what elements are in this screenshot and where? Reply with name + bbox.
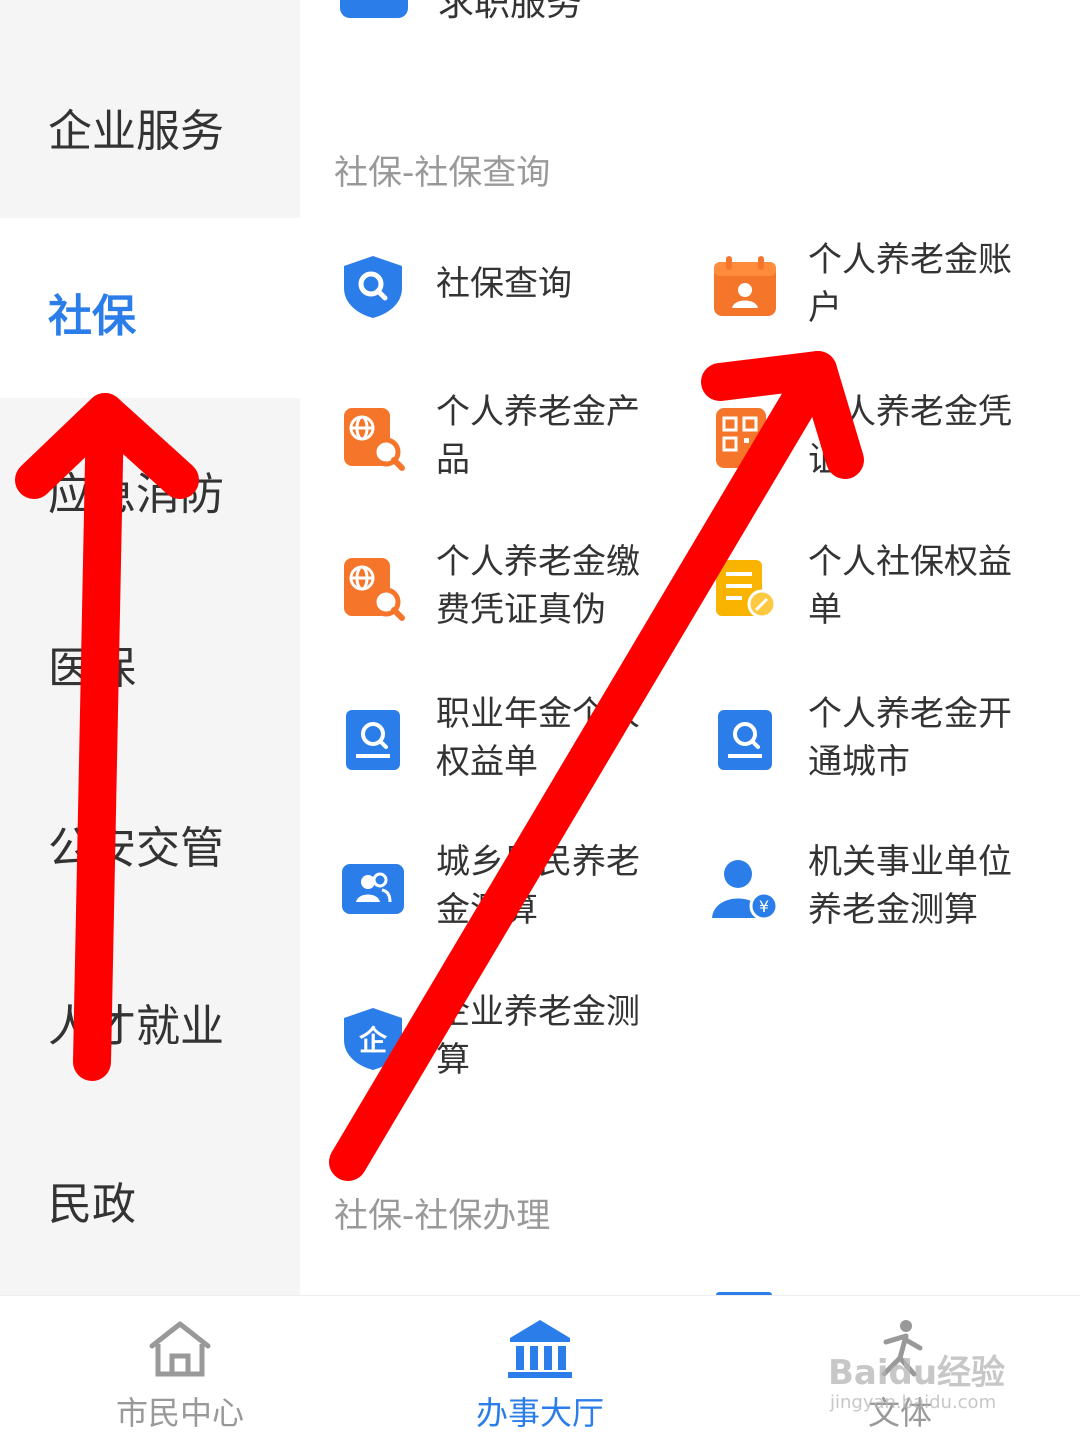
users-card-icon — [342, 864, 404, 914]
partial-service-label[interactable]: 求职服务 — [438, 0, 582, 26]
service-label: 个人养老金产品 — [436, 392, 640, 480]
service-label: 个人养老金凭证 — [808, 392, 1012, 480]
service-rural-pension-calc[interactable]: 城乡居民养老金测算 — [340, 838, 680, 938]
service-enterprise-pension-calc[interactable]: 企 企业养老金测算 — [340, 988, 680, 1088]
service-pension-voucher[interactable]: 个人养老金凭证 — [712, 388, 1052, 488]
section-title-query: 社保-社保查询 — [334, 153, 551, 193]
calendar-person-icon — [714, 256, 776, 316]
sidebar-item-social-security[interactable]: 社保 — [0, 218, 300, 398]
receipt-search-icon — [718, 710, 772, 770]
service-pension-cities[interactable]: 个人养老金开通城市 — [712, 690, 1052, 790]
sidebar-item-label: 企业服务 — [48, 106, 224, 157]
service-social-security-query[interactable]: 社保查询 — [340, 236, 680, 336]
globe-search-icon — [344, 408, 405, 471]
category-sidebar: 企业服务 社保 应急消防 医保 公安交管 人才就业 民政 — [0, 0, 300, 1295]
globe-search-icon — [344, 558, 405, 621]
sidebar-item-police-traffic[interactable]: 公安交管 — [0, 812, 300, 882]
sidebar-item-label: 民政 — [48, 1179, 136, 1230]
shield-search-icon — [344, 256, 402, 318]
svg-text:¥: ¥ — [759, 897, 769, 916]
svg-text:企: 企 — [359, 1024, 388, 1057]
service-label: 个人养老金缴费凭证真伪 — [436, 542, 640, 630]
qr-code-icon — [716, 408, 766, 468]
service-label: 城乡居民养老金测算 — [436, 842, 640, 930]
partial-service-icon[interactable] — [340, 0, 408, 18]
sidebar-item-label: 应急消防 — [48, 469, 224, 520]
service-label: 个人养老金账户 — [808, 240, 1012, 328]
nav-label: 市民中心 — [115, 1394, 244, 1432]
service-pension-products[interactable]: 个人养老金产品 — [340, 388, 680, 488]
sidebar-item-enterprise[interactable]: 企业服务 — [0, 95, 300, 165]
service-occupational-annuity[interactable]: 职业年金个人权益单 — [340, 690, 680, 790]
watermark-url: jingyan.baidu.com — [830, 1392, 997, 1413]
service-label: 个人养老金开通城市 — [808, 694, 1012, 782]
service-label: 企业养老金测算 — [436, 992, 640, 1080]
sidebar-item-medical-insurance[interactable]: 医保 — [0, 632, 300, 702]
sidebar-item-label: 公安交管 — [48, 823, 224, 874]
person-yuan-icon: ¥ — [712, 860, 778, 921]
home-icon — [149, 1321, 211, 1377]
section-title-handling: 社保-社保办理 — [334, 1196, 551, 1236]
sidebar-item-civil-affairs[interactable]: 民政 — [0, 1168, 300, 1238]
service-label: 社保查询 — [436, 264, 572, 304]
service-pension-account[interactable]: 个人养老金账户 — [712, 236, 1052, 336]
service-label: 职业年金个人权益单 — [436, 694, 640, 782]
shield-enterprise-icon: 企 — [344, 1008, 402, 1070]
bank-icon — [508, 1320, 572, 1378]
service-pension-payment-verify[interactable]: 个人养老金缴费凭证真伪 — [340, 538, 680, 638]
sidebar-item-label: 医保 — [48, 643, 136, 694]
watermark-logo: Baidu经验 — [828, 1353, 1006, 1393]
nav-label: 办事大厅 — [475, 1394, 604, 1432]
service-label: 个人社保权益单 — [808, 542, 1012, 630]
service-institution-pension-calc[interactable]: ¥ 机关事业单位养老金测算 — [712, 838, 1052, 938]
sidebar-item-label: 社保 — [48, 291, 136, 342]
sidebar-item-talent-employment[interactable]: 人才就业 — [0, 990, 300, 1060]
service-label: 机关事业单位养老金测算 — [808, 842, 1012, 930]
nav-citizen-center[interactable]: 市民中心 — [0, 1296, 360, 1441]
document-edit-icon — [716, 560, 777, 619]
sidebar-item-label: 人才就业 — [48, 1001, 224, 1052]
service-social-rights-statement[interactable]: 个人社保权益单 — [712, 538, 1052, 638]
receipt-search-icon — [346, 710, 400, 770]
sidebar-item-emergency[interactable]: 应急消防 — [0, 458, 300, 528]
nav-service-hall[interactable]: 办事大厅 — [360, 1296, 720, 1441]
